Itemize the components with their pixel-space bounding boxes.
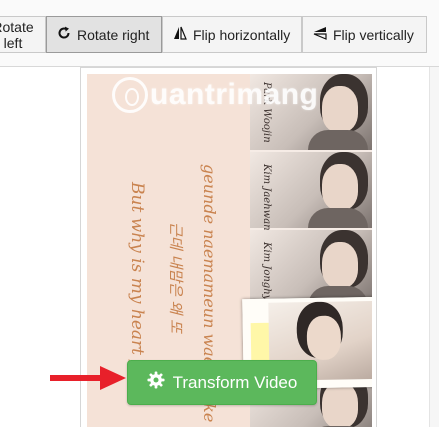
watermark-logo: uantrimang (112, 77, 318, 113)
rotate-left-label: Rotate left (0, 18, 34, 51)
flip-vertically-label: Flip vertically (333, 26, 414, 43)
flip-horizontally-label: Flip horizontally (193, 26, 291, 43)
transform-toolbar: Rotate left Rotate right Flip horizontal… (0, 0, 439, 67)
watermark-q-icon (112, 77, 148, 113)
rotate-right-button[interactable]: Rotate right (46, 16, 162, 53)
gear-icon (147, 371, 165, 394)
rotate-right-icon (57, 26, 71, 43)
red-arrow-icon (50, 366, 126, 390)
member-name: Kim Jaehwan (261, 164, 272, 231)
flip-vertical-icon (313, 26, 327, 43)
transform-video-button[interactable]: Transform Video (127, 360, 317, 405)
rotate-right-label: Rotate right (77, 26, 150, 43)
watermark-text: uantrimang (150, 78, 319, 111)
scrollbar-track[interactable] (429, 67, 439, 427)
transform-video-label: Transform Video (172, 372, 298, 392)
editor-stage: Rotate left Rotate right Flip horizontal… (0, 0, 439, 427)
rotate-left-button[interactable]: Rotate left (0, 16, 46, 53)
flip-horizontally-button[interactable]: Flip horizontally (162, 16, 302, 53)
flip-horizontal-icon (173, 26, 187, 43)
lyric-line: 근데 내맘은 왜 또 (167, 222, 185, 333)
flip-vertically-button[interactable]: Flip vertically (302, 16, 427, 53)
